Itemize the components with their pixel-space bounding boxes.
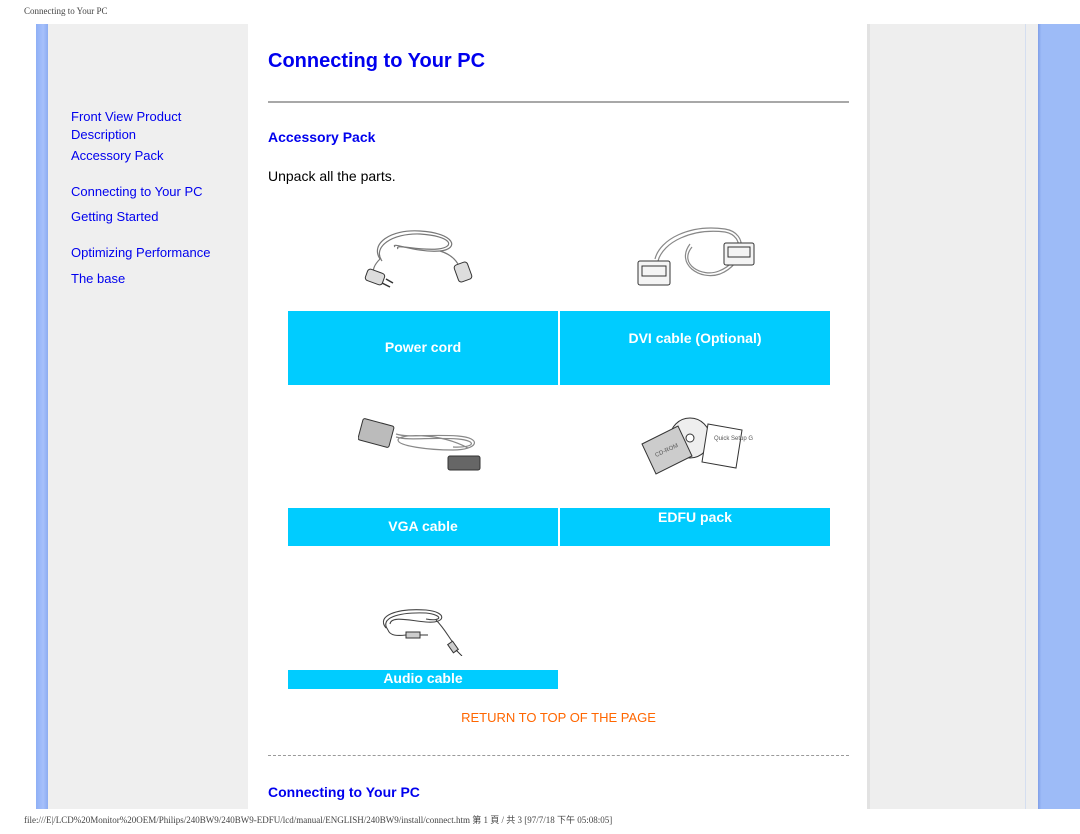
sidebar-item-the-base[interactable]: The base	[71, 270, 246, 288]
return-to-top-link[interactable]: RETURN TO TOP OF THE PAGE	[268, 710, 849, 725]
intro-text: Unpack all the parts.	[268, 168, 396, 184]
accessory-label-edfu-pack: EDFU pack	[560, 508, 830, 546]
section-title-connecting: Connecting to Your PC	[268, 784, 420, 800]
accessory-label-vga-cable: VGA cable	[288, 508, 558, 546]
power-cord-image	[364, 230, 473, 288]
sidebar-item-accessory-pack[interactable]: Accessory Pack	[71, 147, 246, 165]
right-decorative-panel	[867, 24, 1038, 809]
edfu-guide-text: Quick Setup Guide	[714, 436, 753, 442]
sidebar-item-getting-started[interactable]: Getting Started	[71, 208, 246, 226]
accessory-label-power-cord: Power cord	[288, 311, 558, 385]
right-decorative-strip	[1038, 24, 1080, 809]
print-footer: file:///E|/LCD%20Monitor%20OEM/Philips/2…	[24, 815, 613, 825]
divider	[268, 755, 849, 757]
section-title-accessory-pack: Accessory Pack	[268, 129, 376, 145]
print-header: Connecting to Your PC	[24, 6, 108, 16]
vga-cable-image	[358, 418, 481, 471]
panel-divider-line	[1025, 24, 1026, 809]
sidebar-item-front-view[interactable]: Front View Product Description	[71, 108, 201, 144]
divider	[268, 101, 849, 103]
audio-cable-image	[383, 609, 463, 656]
dvi-cable-image	[637, 227, 755, 286]
sidebar-item-optimizing[interactable]: Optimizing Performance	[71, 244, 246, 262]
accessory-label-dvi-cable: DVI cable (Optional)	[560, 311, 830, 385]
left-decorative-strip	[36, 24, 48, 809]
sidebar-item-connecting[interactable]: Connecting to Your PC	[71, 183, 246, 201]
edfu-pack-image: CD-ROM Quick Setup Guide	[641, 417, 753, 475]
sidebar-nav: Front View Product Description Accessory…	[48, 24, 248, 809]
page-title: Connecting to Your PC	[268, 50, 486, 72]
accessory-label-audio-cable: Audio cable	[288, 670, 558, 689]
